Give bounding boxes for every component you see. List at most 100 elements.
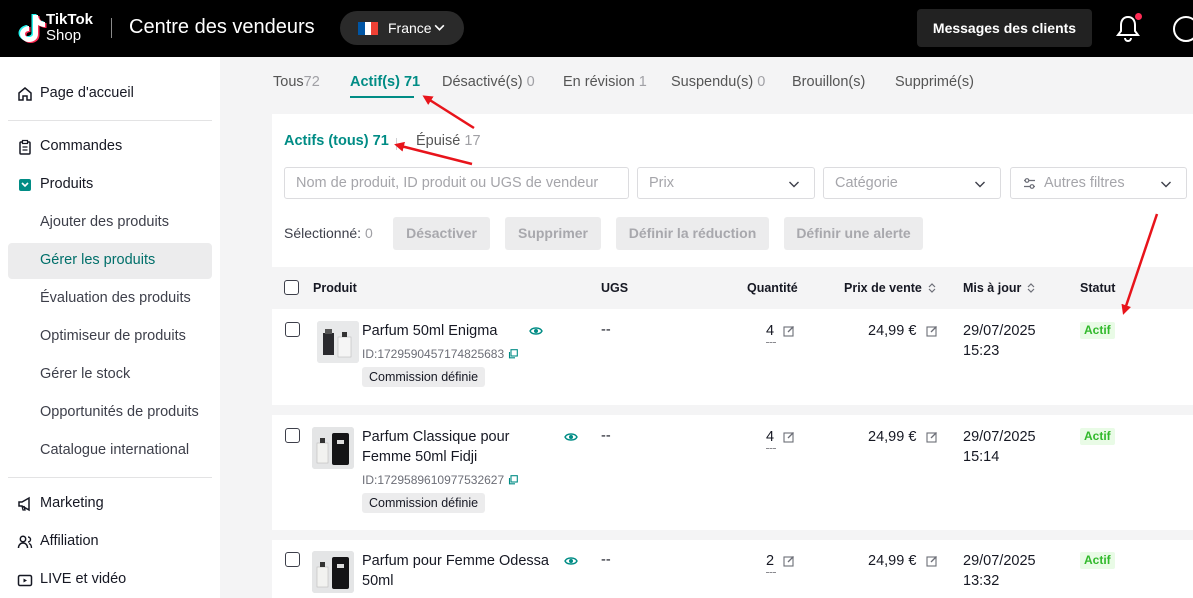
help-icon[interactable] bbox=[1173, 16, 1193, 42]
chevron-down-icon bbox=[1161, 181, 1171, 188]
sidebar-item-product-optimizer[interactable]: Optimiseur de produits bbox=[8, 319, 212, 355]
edit-icon[interactable] bbox=[926, 555, 938, 567]
tab-drafts[interactable]: Brouillon(s) bbox=[792, 74, 865, 90]
price-select[interactable]: Prix bbox=[637, 167, 815, 199]
sidebar-item-live-video[interactable]: LIVE et vidéo bbox=[8, 562, 212, 598]
set-alert-button[interactable]: Définir une alerte bbox=[784, 217, 923, 250]
tab-deleted[interactable]: Supprimé(s) bbox=[895, 74, 974, 90]
sidebar-item-label: Gérer les produits bbox=[40, 252, 156, 268]
edit-icon[interactable] bbox=[926, 431, 938, 443]
clipboard-icon bbox=[19, 139, 31, 155]
more-filters-label: Autres filtres bbox=[1044, 175, 1125, 191]
updated-time-text: 15:14 bbox=[963, 449, 1000, 465]
column-price[interactable]: Prix de vente bbox=[844, 281, 936, 295]
select-all-checkbox[interactable] bbox=[284, 280, 299, 295]
row-checkbox[interactable] bbox=[285, 322, 300, 337]
sidebar-item-affiliation[interactable]: Affiliation bbox=[8, 524, 212, 560]
set-discount-button[interactable]: Définir la réduction bbox=[616, 217, 769, 250]
country-label: France bbox=[388, 20, 432, 36]
subtab-out-of-stock[interactable]: Épuisé 17 bbox=[416, 133, 481, 149]
quantity-value[interactable]: 4 bbox=[766, 323, 774, 339]
sidebar-item-label: Évaluation des produits bbox=[40, 290, 191, 306]
tab-label: Suspendu(s) bbox=[671, 74, 754, 90]
product-name[interactable]: Parfum Classique pour Femme 50ml Fidji bbox=[362, 427, 562, 467]
subtab-count: 71 bbox=[372, 133, 389, 149]
customer-messages-button[interactable]: Messages des clients bbox=[917, 9, 1092, 47]
row-checkbox[interactable] bbox=[285, 552, 300, 567]
product-name[interactable]: Parfum pour Femme Odessa 50ml bbox=[362, 551, 562, 591]
tab-deactivated[interactable]: Désactivé(s) 0 bbox=[442, 74, 535, 90]
search-placeholder: Nom de produit, ID produit ou UGS de ven… bbox=[296, 175, 599, 191]
column-updated-label: Mis à jour bbox=[963, 281, 1022, 295]
perfume-image-icon bbox=[312, 427, 354, 469]
sidebar-item-global-catalog[interactable]: Catalogue international bbox=[8, 433, 212, 469]
sidebar-item-orders[interactable]: Commandes bbox=[8, 129, 212, 165]
edit-icon[interactable] bbox=[783, 325, 795, 337]
edit-icon[interactable] bbox=[783, 555, 795, 567]
tab-active[interactable]: Actif(s) 71 bbox=[350, 74, 420, 90]
main-content: Tous72 Actif(s) 71 Désactivé(s) 0 En rév… bbox=[220, 57, 1193, 598]
tiktok-logo-icon[interactable] bbox=[14, 11, 50, 45]
sidebar-item-label: Optimiseur de produits bbox=[40, 328, 186, 344]
sidebar-item-marketing[interactable]: Marketing bbox=[8, 486, 212, 522]
delete-button[interactable]: Supprimer bbox=[505, 217, 601, 250]
product-thumbnail[interactable] bbox=[312, 551, 354, 593]
notification-dot bbox=[1134, 12, 1143, 21]
table-row[interactable]: Parfum 50ml Enigma ID:172959045717482568… bbox=[272, 309, 1193, 405]
country-selector[interactable]: France bbox=[340, 11, 464, 45]
tab-suspended[interactable]: Suspendu(s) 0 bbox=[671, 74, 765, 90]
tab-all[interactable]: Tous72 bbox=[273, 74, 320, 90]
deactivate-button[interactable]: Désactiver bbox=[393, 217, 490, 250]
eye-icon[interactable] bbox=[564, 554, 578, 568]
row-checkbox[interactable] bbox=[285, 428, 300, 443]
tab-count: 1 bbox=[638, 74, 647, 90]
column-status: Statut bbox=[1080, 281, 1116, 295]
quantity-value[interactable]: 2 bbox=[766, 553, 774, 569]
table-row[interactable]: Parfum pour Femme Odessa 50ml -- 2 24,99… bbox=[272, 540, 1193, 598]
product-thumbnail[interactable] bbox=[312, 427, 354, 469]
tab-count: 0 bbox=[526, 74, 535, 90]
chevron-down-icon bbox=[434, 24, 445, 31]
tab-count: 0 bbox=[757, 74, 766, 90]
column-product: Produit bbox=[313, 281, 357, 295]
price-placeholder: Prix bbox=[649, 175, 674, 191]
sidebar-item-home[interactable]: Page d'accueil bbox=[8, 76, 212, 112]
eye-icon[interactable] bbox=[529, 324, 543, 338]
tab-in-review[interactable]: En révision 1 bbox=[563, 74, 647, 90]
sidebar-item-label: Gérer le stock bbox=[40, 366, 131, 382]
search-input[interactable]: Nom de produit, ID produit ou UGS de ven… bbox=[284, 167, 629, 199]
sidebar-item-manage-products[interactable]: Gérer les produits bbox=[8, 243, 212, 279]
sku-value: -- bbox=[601, 322, 611, 338]
edit-icon[interactable] bbox=[926, 325, 938, 337]
product-id: ID:1729589610977532627 bbox=[362, 473, 518, 487]
more-filters-select[interactable]: Autres filtres bbox=[1010, 167, 1187, 199]
price-value[interactable]: 24,99 € bbox=[868, 429, 916, 445]
eye-icon[interactable] bbox=[564, 430, 578, 444]
sidebar-item-product-opportunities[interactable]: Opportunités de produits bbox=[8, 395, 212, 431]
tab-count: 71 bbox=[403, 74, 421, 90]
megaphone-icon bbox=[18, 496, 30, 512]
filter-panel: Actifs (tous) 71 Épuisé 17 Nom de produi… bbox=[272, 114, 1193, 267]
commission-tag: Commission définie bbox=[362, 493, 486, 513]
users-icon bbox=[17, 535, 33, 549]
table-row[interactable]: Parfum Classique pour Femme 50ml Fidji I… bbox=[272, 415, 1193, 530]
subtab-active-all[interactable]: Actifs (tous) 71 bbox=[284, 133, 389, 149]
copy-icon[interactable] bbox=[508, 475, 518, 485]
category-select[interactable]: Catégorie bbox=[823, 167, 1001, 199]
copy-icon[interactable] bbox=[508, 349, 518, 359]
sidebar-item-add-products[interactable]: Ajouter des produits bbox=[8, 205, 212, 241]
top-bar: TikTok Shop Centre des vendeurs France M… bbox=[0, 0, 1193, 57]
product-thumbnail[interactable] bbox=[317, 321, 359, 363]
price-value[interactable]: 24,99 € bbox=[868, 553, 916, 569]
sidebar-item-manage-stock[interactable]: Gérer le stock bbox=[8, 357, 212, 393]
logo-line1: TikTok bbox=[46, 11, 93, 28]
sidebar-item-product-rating[interactable]: Évaluation des produits bbox=[8, 281, 212, 317]
perfume-image-icon bbox=[312, 551, 354, 593]
selected-count: 0 bbox=[364, 225, 373, 241]
price-value[interactable]: 24,99 € bbox=[868, 323, 916, 339]
column-updated[interactable]: Mis à jour bbox=[963, 281, 1035, 295]
sidebar-item-products[interactable]: Produits bbox=[8, 167, 212, 203]
quantity-value[interactable]: 4 bbox=[766, 429, 774, 445]
column-sku: UGS bbox=[601, 281, 629, 295]
edit-icon[interactable] bbox=[783, 431, 795, 443]
